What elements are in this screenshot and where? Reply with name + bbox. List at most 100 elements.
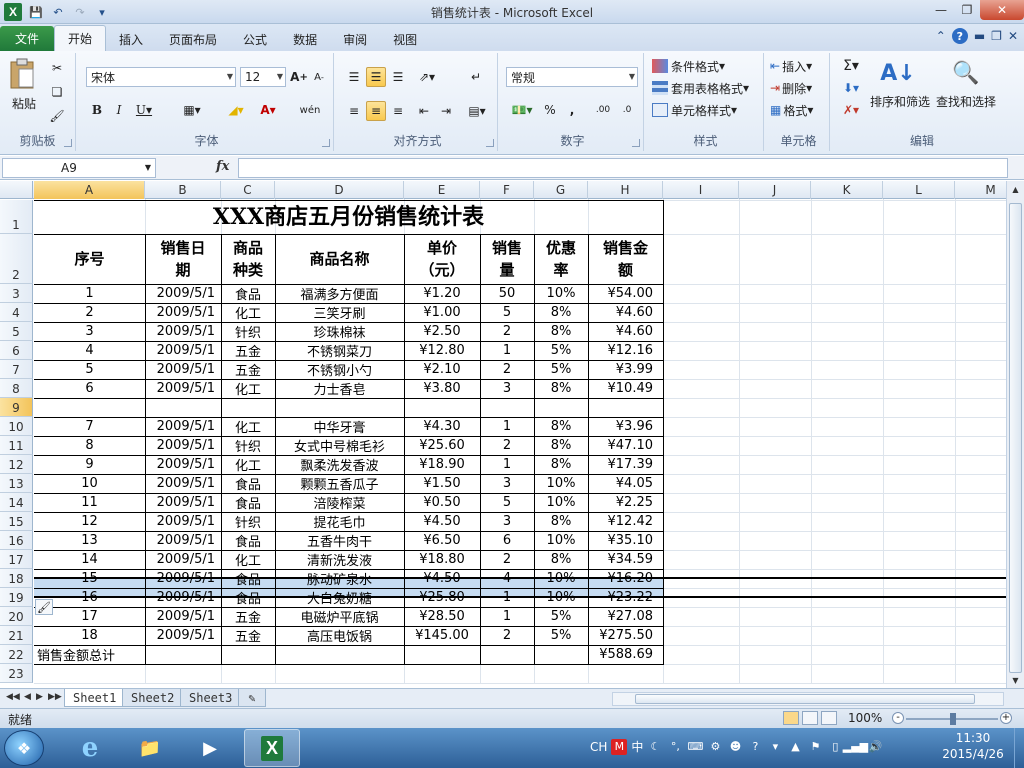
column-header-e[interactable]: E <box>404 181 480 199</box>
alignment-launcher-icon[interactable] <box>486 139 494 147</box>
percent-icon[interactable]: % <box>542 101 558 119</box>
table-cell[interactable]: ¥12.80 <box>404 341 480 360</box>
decrease-decimal-icon[interactable]: .0 <box>616 101 638 119</box>
sheet-tab-2[interactable]: Sheet2 <box>122 689 184 707</box>
table-cell[interactable]: 4 <box>34 341 145 360</box>
table-cell[interactable]: 3 <box>480 474 534 493</box>
workbook-restore-icon[interactable]: ❐ <box>991 29 1002 43</box>
table-cell[interactable]: 1 <box>480 607 534 626</box>
merge-center-icon[interactable]: ▤▾ <box>464 101 490 121</box>
device-icon[interactable]: ▯ <box>827 739 843 755</box>
row-header-23[interactable]: 23 <box>0 664 33 683</box>
prev-sheet-icon[interactable]: ◀ <box>24 692 31 702</box>
table-cell[interactable]: 针织 <box>221 512 275 531</box>
table-cell[interactable]: ¥3.96 <box>588 417 663 436</box>
next-sheet-icon[interactable]: ▶ <box>36 692 43 702</box>
row-header-21[interactable]: 21 <box>0 626 33 645</box>
underline-icon[interactable]: U▾ <box>132 101 156 119</box>
grow-font-icon[interactable]: A + <box>290 68 308 86</box>
workbook-minimize-icon[interactable]: ▬ <box>974 29 985 43</box>
italic-icon[interactable]: I <box>110 101 128 119</box>
table-cell[interactable]: 2009/5/1 <box>145 626 221 645</box>
cut-icon[interactable]: ✂ <box>48 59 66 77</box>
select-all-corner[interactable] <box>0 181 33 199</box>
column-header-j[interactable]: J <box>739 181 811 199</box>
row-header-2[interactable]: 2 <box>0 234 33 284</box>
row-header-15[interactable]: 15 <box>0 512 33 531</box>
insert-function-icon[interactable]: fx <box>216 159 229 174</box>
column-header-i[interactable]: I <box>663 181 739 199</box>
align-bottom-icon[interactable]: ☰ <box>388 67 408 87</box>
copy-icon[interactable]: ❏ <box>48 83 66 101</box>
font-color-icon[interactable]: A▾ <box>254 101 282 119</box>
table-cell[interactable]: 10 <box>34 474 145 493</box>
table-cell[interactable]: 2009/5/1 <box>145 550 221 569</box>
tray-expand-icon[interactable]: ▲ <box>787 739 803 755</box>
table-cell[interactable]: ¥3.80 <box>404 379 480 398</box>
decrease-indent-icon[interactable]: ⇤ <box>414 101 434 121</box>
table-cell[interactable]: 2 <box>480 436 534 455</box>
table-cell[interactable]: 6 <box>34 379 145 398</box>
table-cell[interactable]: ¥2.50 <box>404 322 480 341</box>
table-cell[interactable]: 福满多方便面 <box>275 284 404 303</box>
align-top-icon[interactable]: ☰ <box>344 67 364 87</box>
column-header-f[interactable]: F <box>480 181 534 199</box>
table-cell[interactable]: 2009/5/1 <box>145 417 221 436</box>
table-cell[interactable] <box>534 398 588 417</box>
phonetic-icon[interactable]: wén <box>296 101 324 119</box>
table-cell[interactable]: 化工 <box>221 417 275 436</box>
ime-help-icon[interactable]: ? <box>747 739 763 755</box>
table-cell[interactable]: 2009/5/1 <box>145 455 221 474</box>
autosum-icon[interactable]: Σ▾ <box>838 57 864 75</box>
font-name-combo[interactable]: 宋体 ▼ <box>86 67 236 87</box>
ime-mode[interactable]: 中 <box>631 738 643 755</box>
table-cell[interactable]: 2 <box>480 550 534 569</box>
tab-data[interactable]: 数据 <box>280 27 330 51</box>
column-header-a[interactable]: A <box>34 181 145 199</box>
name-box[interactable]: A9 ▼ <box>2 158 156 178</box>
sheet-tab-1[interactable]: Sheet1 <box>64 689 126 707</box>
table-cell[interactable]: 五香牛肉干 <box>275 531 404 550</box>
column-header-d[interactable]: D <box>275 181 404 199</box>
workbook-close-icon[interactable]: ✕ <box>1008 29 1018 43</box>
ime-settings-icon[interactable]: ▾ <box>767 739 783 755</box>
border-icon[interactable]: ▦▾ <box>178 101 206 119</box>
table-cell[interactable] <box>588 398 663 417</box>
vertical-scrollbar[interactable]: ▲ ▼ <box>1006 181 1024 688</box>
table-cell[interactable]: 12 <box>34 512 145 531</box>
ime-tool-icon[interactable]: ⚙ <box>707 739 723 755</box>
comma-icon[interactable]: , <box>564 101 580 119</box>
table-cell[interactable]: 9 <box>34 455 145 474</box>
find-select-button[interactable]: 查找和选择 <box>934 93 998 110</box>
start-button[interactable]: ❖ <box>4 730 44 766</box>
row-header-20[interactable]: 20 <box>0 607 33 626</box>
table-cell[interactable]: 8% <box>534 303 588 322</box>
find-select-icon[interactable]: 🔍 <box>948 57 984 89</box>
table-cell[interactable]: 不锈钢小勺 <box>275 360 404 379</box>
ime-skin-icon[interactable]: ☻ <box>727 739 743 755</box>
row-header-6[interactable]: 6 <box>0 341 33 360</box>
table-cell[interactable]: ¥12.42 <box>588 512 663 531</box>
table-cell[interactable] <box>221 398 275 417</box>
moon-icon[interactable]: ☾ <box>647 739 663 755</box>
table-cell[interactable]: 五金 <box>221 626 275 645</box>
table-cell[interactable]: ¥2.25 <box>588 493 663 512</box>
table-cell[interactable]: 2009/5/1 <box>145 360 221 379</box>
table-cell[interactable]: ¥12.16 <box>588 341 663 360</box>
table-cell[interactable]: 8% <box>534 417 588 436</box>
table-cell[interactable]: ¥2.10 <box>404 360 480 379</box>
minimize-button[interactable]: — <box>928 0 954 20</box>
align-center-icon[interactable]: ≡ <box>366 101 386 121</box>
table-cell[interactable] <box>404 398 480 417</box>
network-icon[interactable]: ▂▄▆ <box>843 739 868 755</box>
row-header-18[interactable]: 18 <box>0 569 33 588</box>
tab-file[interactable]: 文件 <box>0 26 54 51</box>
table-cell[interactable]: 8% <box>534 379 588 398</box>
table-cell[interactable] <box>275 398 404 417</box>
zoom-slider[interactable]: - + <box>892 712 1012 725</box>
flag-icon[interactable]: ⚑ <box>807 739 823 755</box>
increase-indent-icon[interactable]: ⇥ <box>436 101 456 121</box>
font-size-combo[interactable]: 12 ▼ <box>240 67 286 87</box>
currency-icon[interactable]: 💵▾ <box>508 101 536 119</box>
table-cell[interactable]: 5% <box>534 607 588 626</box>
